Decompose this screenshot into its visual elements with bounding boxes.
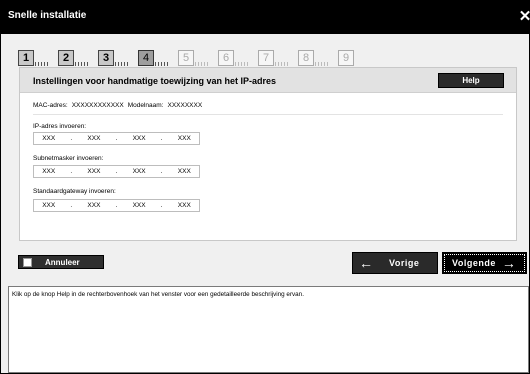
close-icon[interactable]: ✕ xyxy=(516,8,530,26)
settings-panel: Instellingen voor handmatige toewijzing … xyxy=(19,67,517,241)
separator: . xyxy=(115,135,118,142)
step-2: 2 xyxy=(58,48,98,66)
window-title: Snelle installatie xyxy=(8,10,87,21)
step-dots xyxy=(35,62,49,66)
divider xyxy=(33,114,503,115)
cancel-label: Annuleer xyxy=(45,257,80,267)
step-9: 9 xyxy=(338,48,378,66)
help-text-box: Klik op de knop Help in de rechterbovenh… xyxy=(8,286,529,373)
subnet-octet-3[interactable]: XXX xyxy=(124,168,153,175)
previous-label: Vorige xyxy=(389,258,420,268)
separator: . xyxy=(160,202,163,209)
device-info: MAC-adres: XXXXXXXXXXXX Modelnaam: XXXXXXXX xyxy=(33,102,206,109)
gateway-label: Standaardgateway invoeren: xyxy=(33,188,116,195)
subnet-octet-2[interactable]: XXX xyxy=(79,168,108,175)
step-4: 4 xyxy=(138,48,178,66)
separator: . xyxy=(115,168,118,175)
step-number: 3 xyxy=(98,50,114,66)
step-1: 1 xyxy=(18,48,58,66)
step-dots xyxy=(235,62,249,66)
step-number: 6 xyxy=(218,50,234,66)
page-title: Instellingen voor handmatige toewijzing … xyxy=(33,76,277,86)
ip-octet-4[interactable]: XXX xyxy=(170,135,199,142)
separator: . xyxy=(70,168,73,175)
step-dots xyxy=(195,62,209,66)
separator: . xyxy=(70,135,73,142)
gateway-octet-1[interactable]: XXX xyxy=(34,202,63,209)
gateway-octet-3[interactable]: XXX xyxy=(124,202,153,209)
ip-octet-3[interactable]: XXX xyxy=(124,135,153,142)
step-number: 8 xyxy=(298,50,314,66)
arrow-right-icon: → xyxy=(501,255,516,271)
step-dots xyxy=(315,62,329,66)
cancel-button[interactable]: Annuleer xyxy=(18,255,104,269)
step-5: 5 xyxy=(178,48,218,66)
model-value: XXXXXXXX xyxy=(167,102,203,109)
next-button[interactable]: Volgende → xyxy=(442,252,527,274)
title-bar: Snelle installatie ✕ xyxy=(1,1,530,34)
ip-octet-1[interactable]: XXX xyxy=(34,135,63,142)
step-number: 1 xyxy=(18,50,34,66)
ip-octet-2[interactable]: XXX xyxy=(79,135,108,142)
setup-window: Snelle installatie ✕ 1 2 3 4 5 6 7 8 9 I… xyxy=(0,0,530,374)
help-text: Klik op de knop Help in de rechterbovenh… xyxy=(12,291,304,298)
step-dots xyxy=(75,62,89,66)
arrow-left-icon: ← xyxy=(359,255,373,271)
subnet-mask-field[interactable]: XXX. XXX. XXX. XXX xyxy=(33,165,200,178)
mac-value: XXXXXXXXXXXX xyxy=(71,102,124,109)
gateway-octet-2[interactable]: XXX xyxy=(79,202,108,209)
step-number: 2 xyxy=(58,50,74,66)
step-number: 5 xyxy=(178,50,194,66)
next-label: Volgende xyxy=(452,258,496,268)
step-6: 6 xyxy=(218,48,258,66)
step-indicator: 1 2 3 4 5 6 7 8 9 xyxy=(18,48,378,66)
separator: . xyxy=(160,168,163,175)
step-7: 7 xyxy=(258,48,298,66)
subnet-octet-1[interactable]: XXX xyxy=(34,168,63,175)
step-3: 3 xyxy=(98,48,138,66)
separator: . xyxy=(115,202,118,209)
step-number: 9 xyxy=(338,50,354,66)
help-button[interactable]: Help xyxy=(438,73,504,88)
ip-address-field[interactable]: XXX. XXX. XXX. XXX xyxy=(33,132,200,145)
mac-label: MAC-adres: xyxy=(33,102,68,109)
subnet-octet-4[interactable]: XXX xyxy=(170,168,199,175)
step-dots xyxy=(155,62,169,66)
step-dots xyxy=(115,62,129,66)
ip-label: IP-adres invoeren: xyxy=(33,123,87,130)
gateway-field[interactable]: XXX. XXX. XXX. XXX xyxy=(33,199,200,212)
previous-button[interactable]: ← Vorige xyxy=(352,252,438,274)
step-number: 7 xyxy=(258,50,274,66)
step-8: 8 xyxy=(298,48,338,66)
subnet-label: Subnetmasker invoeren: xyxy=(33,155,104,162)
checkbox-icon xyxy=(23,257,32,267)
panel-header: Instellingen voor handmatige toewijzing … xyxy=(20,68,516,93)
step-number: 4 xyxy=(138,50,154,66)
separator: . xyxy=(70,202,73,209)
model-label: Modelnaam: xyxy=(127,102,164,109)
step-dots xyxy=(275,62,289,66)
separator: . xyxy=(160,135,163,142)
gateway-octet-4[interactable]: XXX xyxy=(170,202,199,209)
